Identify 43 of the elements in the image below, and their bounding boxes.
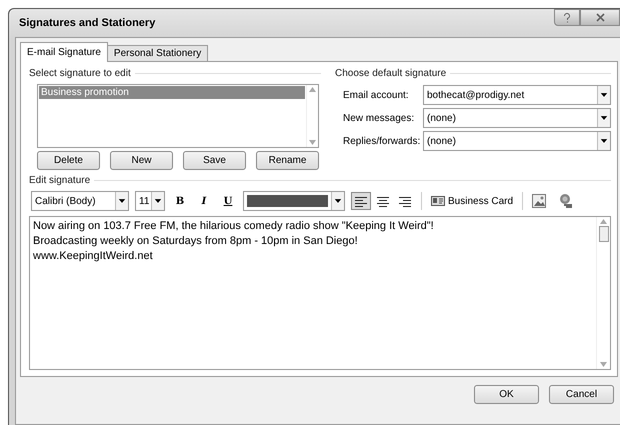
signature-text-line: Now airing on 103.7 Free FM, the hilarious comedy radio show "Keeping It Weird"! bbox=[33, 219, 435, 234]
dialog-button[interactable]: OK bbox=[474, 385, 539, 404]
action-button[interactable]: Delete bbox=[37, 151, 100, 170]
field-label: New messages: bbox=[343, 112, 416, 124]
help-icon bbox=[563, 12, 571, 22]
field-label: Replies/forwards: bbox=[343, 136, 422, 146]
group-heading: Choose default signature bbox=[335, 68, 446, 79]
signature-editor[interactable]: Now airing on 103.7 Free FM, the hilarious comedy radio show "Keeping It Weird"! Broadcasting weekly on Saturdays from 8pm - 10pm in San Diego! www.KeepingItWeird.net bbox=[29, 216, 611, 370]
tab[interactable]: E-mail Signature bbox=[20, 42, 108, 62]
window-title: Signatures and Stationery bbox=[18, 17, 156, 29]
tab[interactable]: Personal Stationery bbox=[106, 45, 208, 62]
italic-button[interactable]: I bbox=[195, 192, 213, 210]
action-button[interactable]: Rename bbox=[256, 151, 319, 170]
group-heading: Select signature to edit bbox=[29, 68, 131, 79]
picture-icon bbox=[532, 194, 546, 208]
signature-text-line: www.KeepingItWeird.net bbox=[33, 249, 154, 264]
dialog-button[interactable]: Cancel bbox=[549, 385, 614, 404]
underline-button[interactable]: U bbox=[219, 192, 237, 210]
align-icon bbox=[398, 194, 412, 208]
close-button[interactable] bbox=[580, 9, 620, 26]
card-icon bbox=[431, 196, 445, 206]
size-dropdown[interactable]: 11 bbox=[135, 191, 165, 211]
scrollbar[interactable] bbox=[596, 217, 610, 369]
list-item[interactable]: Business promotion bbox=[39, 86, 305, 99]
signature-list[interactable]: Business promotion bbox=[37, 84, 319, 148]
font-color-dropdown[interactable] bbox=[243, 191, 345, 211]
dropdown-field[interactable]: (none) bbox=[423, 131, 611, 151]
close-icon bbox=[596, 13, 604, 22]
field-label: Email account: bbox=[343, 90, 410, 100]
align-left-button[interactable] bbox=[351, 192, 371, 210]
bold-button[interactable]: B bbox=[171, 192, 189, 210]
signature-text-line: Broadcasting weekly on Saturdays from 8pm - 10pm in San Diego! bbox=[33, 234, 359, 249]
action-button[interactable]: Save bbox=[183, 151, 246, 170]
align-icon bbox=[376, 194, 390, 208]
scroll-thumb[interactable] bbox=[598, 226, 608, 242]
business-card-button[interactable]: Business Card bbox=[428, 192, 516, 210]
dropdown-field[interactable]: (none) bbox=[423, 108, 611, 128]
action-button[interactable]: New bbox=[110, 151, 173, 170]
group-heading: Edit signature bbox=[29, 175, 90, 186]
dropdown-field[interactable]: bothecat@prodigy.net bbox=[423, 85, 611, 105]
align-icon bbox=[354, 194, 368, 208]
help-button[interactable] bbox=[554, 9, 580, 26]
font-dropdown[interactable]: Calibri (Body) bbox=[31, 191, 129, 211]
